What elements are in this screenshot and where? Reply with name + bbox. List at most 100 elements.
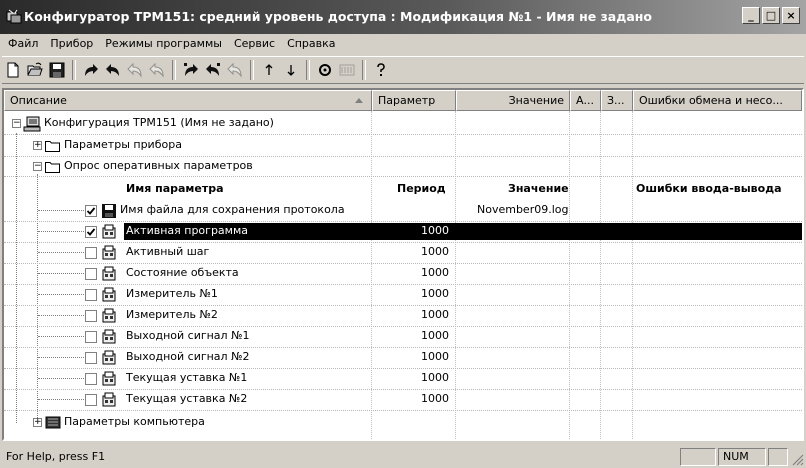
checkbox[interactable] xyxy=(85,205,97,217)
checkmark-icon xyxy=(86,228,96,236)
new-file-button[interactable] xyxy=(2,59,24,81)
save-icon xyxy=(49,62,65,78)
record-icon xyxy=(319,64,331,76)
arrow-down-icon xyxy=(287,65,295,76)
table-row[interactable]: Выходной сигнал №1 1000 xyxy=(4,326,802,347)
redo-arrow-icon xyxy=(85,64,98,76)
menu-service[interactable]: Сервис xyxy=(228,34,281,54)
checkbox[interactable] xyxy=(85,226,97,238)
checkmark-icon xyxy=(86,207,96,215)
save-button[interactable] xyxy=(46,59,68,81)
column-description[interactable]: Описание xyxy=(4,90,372,111)
write-button[interactable] xyxy=(80,59,102,81)
menu-device[interactable]: Прибор xyxy=(44,34,99,54)
checkbox[interactable] xyxy=(85,352,97,364)
menu-help[interactable]: Справка xyxy=(281,34,341,54)
table-row[interactable]: Текущая уставка №1 1000 xyxy=(4,368,802,389)
floppy-icon xyxy=(102,204,116,218)
device-icon xyxy=(102,350,116,365)
tree-item-device-params[interactable]: + Параметры прибора xyxy=(4,135,802,156)
column-errors[interactable]: Ошибки обмена и несо... xyxy=(633,90,802,111)
checkbox[interactable] xyxy=(85,331,97,343)
num-lock-indicator: NUM xyxy=(718,448,766,466)
folder-icon xyxy=(45,162,60,173)
checkbox[interactable] xyxy=(85,289,97,301)
table-row[interactable]: Измеритель №1 1000 xyxy=(4,284,802,305)
maximize-icon: □ xyxy=(765,9,777,22)
table-row[interactable]: Выходной сигнал №2 1000 xyxy=(4,347,802,368)
read-button[interactable] xyxy=(102,59,124,81)
status-panel-empty xyxy=(768,448,788,466)
column-z[interactable]: З... xyxy=(601,90,633,111)
table-row[interactable]: Состояние объекта 1000 xyxy=(4,263,802,284)
record-button[interactable] xyxy=(314,59,336,81)
new-file-icon xyxy=(7,62,19,78)
checkbox[interactable] xyxy=(85,268,97,280)
table-row-selected[interactable]: Активная программа 1000 xyxy=(4,221,802,242)
undo-arrow-2-icon xyxy=(206,63,220,76)
help-button[interactable] xyxy=(370,59,392,81)
expand-toggle[interactable]: + xyxy=(33,141,42,150)
expand-toggle[interactable]: + xyxy=(33,418,42,427)
subtable-header-value: Значение xyxy=(508,182,569,195)
minimize-icon: _ xyxy=(748,9,754,22)
read-outline-button[interactable] xyxy=(124,59,146,81)
move-up-button[interactable] xyxy=(258,59,280,81)
books-icon xyxy=(45,416,61,429)
maximize-button[interactable]: □ xyxy=(762,7,780,24)
device-icon xyxy=(102,287,116,302)
app-icon xyxy=(6,9,22,24)
menu-modes[interactable]: Режимы программы xyxy=(99,34,228,54)
auto-icon xyxy=(339,64,355,76)
subtable-header-period: Период xyxy=(397,182,446,195)
toolbar-separator xyxy=(362,60,366,80)
redo-arrow-2-icon xyxy=(184,63,198,76)
collapse-toggle[interactable]: − xyxy=(33,162,42,171)
column-value[interactable]: Значение xyxy=(456,90,570,111)
tree-item-root[interactable]: − Конфигурация ТРМ151 (Имя не задано) xyxy=(4,113,802,134)
write-all-button[interactable] xyxy=(180,59,202,81)
toolbar-separator xyxy=(250,60,254,80)
checkbox[interactable] xyxy=(85,247,97,259)
minimize-button[interactable]: _ xyxy=(742,7,760,24)
open-folder-icon xyxy=(27,62,43,76)
open-button[interactable] xyxy=(24,59,46,81)
checkbox[interactable] xyxy=(85,373,97,385)
column-parameter[interactable]: Параметр xyxy=(372,90,456,111)
tree-item-computer-params[interactable]: + Параметры компьютера xyxy=(4,412,802,433)
read-all-button[interactable] xyxy=(202,59,224,81)
collapse-toggle[interactable]: − xyxy=(12,119,21,128)
table-row[interactable]: Текущая уставка №2 1000 xyxy=(4,389,802,410)
resize-grip-icon[interactable] xyxy=(792,454,804,466)
table-row[interactable]: Измеритель №2 1000 xyxy=(4,305,802,326)
menu-file[interactable]: Файл xyxy=(0,34,44,54)
subtable-header: Имя параметра Период Значение Ошибки вво… xyxy=(4,179,802,200)
row-divider xyxy=(4,410,802,411)
undo-outline-3-icon xyxy=(227,62,242,78)
undo-outline-2-icon xyxy=(149,62,164,78)
table-row[interactable]: Имя файла для сохранения протокола Novem… xyxy=(4,200,802,221)
tree-item-survey[interactable]: − Опрос оперативных параметров xyxy=(4,156,802,177)
checkbox[interactable] xyxy=(85,310,97,322)
undo-outline-icon xyxy=(127,62,142,78)
move-down-button[interactable] xyxy=(280,59,302,81)
read-outline-2-button[interactable] xyxy=(146,59,168,81)
device-icon xyxy=(102,371,116,386)
toolbar-separator xyxy=(306,60,310,80)
status-text: For Help, press F1 xyxy=(6,450,106,463)
table-row[interactable]: Активный шаг 1000 xyxy=(4,242,802,263)
column-a[interactable]: А... xyxy=(570,90,601,111)
window-title: Конфигуратор ТРМ151: средний уровень дос… xyxy=(24,9,652,24)
close-icon: × xyxy=(786,9,796,22)
menu-bar: Файл Прибор Режимы программы Сервис Спра… xyxy=(0,34,806,54)
device-icon xyxy=(102,224,116,239)
device-icon xyxy=(102,329,116,344)
auto-button[interactable] xyxy=(336,59,358,81)
tree-view[interactable]: Описание Параметр Значение А... З... Оши… xyxy=(2,88,804,441)
read-outline-3-button[interactable] xyxy=(224,59,246,81)
folder-icon xyxy=(45,141,60,152)
close-button[interactable]: × xyxy=(782,7,800,24)
sort-up-icon xyxy=(355,98,363,103)
checkbox[interactable] xyxy=(85,394,97,406)
device-icon xyxy=(102,266,116,281)
